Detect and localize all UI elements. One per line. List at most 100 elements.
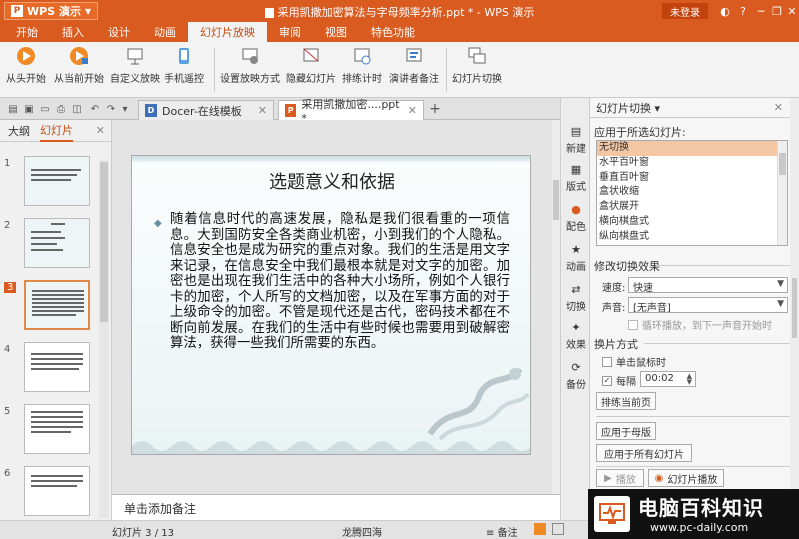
list-item[interactable]: 盒状收缩 — [597, 185, 787, 200]
watermark-title: 电脑百科知识 — [638, 496, 764, 520]
menu-start[interactable]: 开始 — [4, 22, 50, 42]
speed-select[interactable]: 快速 ▼ — [628, 277, 788, 294]
chevron-down-icon: ▼ — [777, 279, 784, 289]
redo-icon[interactable]: ↷ — [104, 102, 118, 116]
slide-thumbnail[interactable] — [24, 218, 90, 268]
slide-transition-pane: 幻灯片切换 ▾ ✕ 应用于所选幻灯片: 无切换 水平百叶窗 垂直百叶窗 盒状收缩… — [590, 98, 799, 520]
folder-icon[interactable]: ▭ — [38, 102, 52, 116]
menu-animation[interactable]: 动画 — [142, 22, 188, 42]
every-checkbox[interactable]: ✓ 每隔 — [602, 373, 636, 388]
list-scrollbar[interactable] — [777, 141, 787, 245]
slide-thumbnail[interactable] — [24, 466, 90, 516]
sidebar-item-animation[interactable]: ★ 动画 — [561, 242, 591, 274]
slideshow-button[interactable]: ◉ 幻灯片播放 — [648, 469, 724, 487]
list-item[interactable]: 水平百叶窗 — [597, 156, 787, 171]
save-icon[interactable]: ▣ — [22, 102, 36, 116]
notes-area[interactable]: 单击添加备注 — [112, 494, 560, 520]
slide-thumbnail[interactable] — [24, 404, 90, 454]
preview-icon[interactable]: ◫ — [70, 102, 84, 116]
slide-thumbnail[interactable] — [24, 342, 90, 392]
notes-toggle[interactable]: ≡ 备注 — [486, 524, 518, 539]
bullet-icon: ◆ — [154, 218, 162, 229]
undo-icon[interactable]: ↶ — [88, 102, 102, 116]
speaker-notes-button[interactable]: 演讲者备注 — [389, 46, 439, 85]
hide-slide-button[interactable]: 隐藏幻灯片 — [286, 46, 336, 85]
pane-title[interactable]: 幻灯片切换 ▾ — [596, 100, 660, 116]
sound-label: 声音: — [602, 303, 626, 314]
backup-icon: ⟳ — [571, 360, 581, 374]
new-tab-icon[interactable]: + — [428, 101, 442, 117]
slide-transition-button[interactable]: 幻灯片切换 — [452, 46, 502, 85]
menu-features[interactable]: 特色功能 — [359, 22, 427, 42]
title-bar: P WPS 演示 ▼ 采用凯撒加密算法与字母频率分析.ppt * - WPS 演… — [0, 0, 799, 22]
menu-design[interactable]: 设计 — [96, 22, 142, 42]
new-file-icon[interactable]: ▤ — [6, 102, 20, 116]
slide-thumbnail[interactable] — [24, 156, 90, 206]
list-item[interactable]: 横向棋盘式 — [597, 215, 787, 230]
pane-scrollbar[interactable] — [790, 98, 799, 520]
apply-all-button[interactable]: 应用于所有幻灯片 — [596, 444, 692, 462]
rehearse-current-button[interactable]: 排练当前页 — [596, 392, 656, 410]
list-item[interactable]: 盒状展开 — [597, 200, 787, 215]
custom-show-button[interactable]: 自定义放映 — [110, 46, 160, 85]
menu-review[interactable]: 审阅 — [267, 22, 313, 42]
help-icon[interactable]: ? — [734, 2, 752, 20]
play-button[interactable]: ▶ 播放 — [596, 469, 644, 487]
tab-docer-templates[interactable]: D Docer-在线模板 ✕ — [138, 100, 274, 120]
close-icon[interactable]: ✕ — [774, 101, 783, 114]
normal-view-icon[interactable] — [534, 523, 546, 535]
list-item[interactable]: 垂直百叶窗 — [597, 171, 787, 186]
slide-number: 1 — [4, 158, 11, 169]
apply-master-button[interactable]: 应用于母版 — [596, 422, 656, 440]
stepper-arrows-icon: ▲ ▼ — [686, 372, 692, 386]
close-icon[interactable]: ✕ — [783, 2, 799, 20]
list-item[interactable]: 纵向棋盘式 — [597, 230, 787, 245]
close-icon[interactable]: ✕ — [258, 104, 267, 117]
slide-thumbnail-selected[interactable] — [24, 280, 90, 330]
phone-remote-button[interactable]: 手机遥控 — [164, 46, 204, 85]
menu-bar: 开始 插入 设计 动画 幻灯片放映 审阅 视图 特色功能 — [0, 22, 799, 42]
advance-section-label: 换片方式 — [594, 338, 638, 351]
tab-outline[interactable]: 大纲 — [8, 121, 30, 141]
sorter-view-icon[interactable] — [552, 523, 564, 535]
slide-body-text[interactable]: 随着信息时代的高速发展，隐私是我们很看重的一项信息。大到国防安全各类商业机密，小… — [170, 212, 510, 352]
list-item[interactable]: 无切换 — [597, 141, 787, 156]
close-icon[interactable]: ✕ — [408, 104, 417, 117]
menu-view[interactable]: 视图 — [313, 22, 359, 42]
on-click-checkbox[interactable]: 单击鼠标时 — [602, 354, 666, 369]
new-slide-icon: ▤ — [570, 124, 582, 138]
login-button[interactable]: 未登录 — [662, 3, 708, 19]
dragon-decoration — [427, 367, 530, 441]
sidebar-item-backup[interactable]: ⟳ 备份 — [561, 360, 591, 392]
from-start-button[interactable]: 从头开始 — [6, 46, 46, 85]
print-icon[interactable]: ⎙ — [54, 102, 68, 116]
sidebar-item-layout[interactable]: ▦ 版式 — [561, 162, 591, 194]
thumbnail-scrollbar[interactable] — [99, 160, 109, 518]
setup-show-button[interactable]: 设置放映方式 — [220, 46, 280, 85]
slide-canvas: 选题意义和依据 ◆ 随着信息时代的高速发展，隐私是我们很看重的一项信息。大到国防… — [112, 120, 560, 494]
tab-slides[interactable]: 幻灯片 — [40, 120, 73, 142]
close-icon[interactable]: ✕ — [96, 124, 105, 137]
loop-checkbox[interactable]: 循环播放，到下一声音开始时 — [628, 317, 772, 332]
transition-icon: ⇄ — [571, 282, 581, 296]
sidebar-item-effect[interactable]: ✦ 效果 — [561, 320, 591, 352]
menu-slideshow[interactable]: 幻灯片放映 — [188, 22, 267, 42]
rehearse-timing-button[interactable]: 排练计时 — [342, 46, 382, 85]
chevron-down-icon[interactable]: ▾ — [118, 102, 132, 116]
from-current-button[interactable]: 从当前开始 — [54, 46, 104, 85]
ppt-file-icon: P — [285, 104, 297, 117]
tab-current-document[interactable]: P 采用凯撒加密....ppt * ✕ — [278, 98, 424, 125]
slide-title[interactable]: 选题意义和依据 — [132, 168, 530, 194]
notes-icon: ≡ — [486, 528, 495, 539]
slideshow-icon: ◉ — [654, 472, 664, 484]
sidebar-item-transition[interactable]: ⇄ 切换 — [561, 282, 591, 314]
transition-list[interactable]: 无切换 水平百叶窗 垂直百叶窗 盒状收缩 盒状展开 横向棋盘式 纵向棋盘式 — [596, 140, 788, 246]
slide[interactable]: 选题意义和依据 ◆ 随着信息时代的高速发展，隐私是我们很看重的一项信息。大到国防… — [131, 155, 531, 455]
interval-stepper[interactable]: 00:02 ▲ ▼ — [640, 371, 696, 387]
sound-select[interactable]: [无声音] ▼ — [628, 297, 788, 314]
skin-icon[interactable]: ◐ — [716, 2, 734, 20]
canvas-scrollbar[interactable] — [552, 120, 560, 494]
sidebar-item-new[interactable]: ▤ 新建 — [561, 124, 591, 156]
menu-insert[interactable]: 插入 — [50, 22, 96, 42]
sidebar-item-color[interactable]: ● 配色 — [561, 202, 591, 234]
